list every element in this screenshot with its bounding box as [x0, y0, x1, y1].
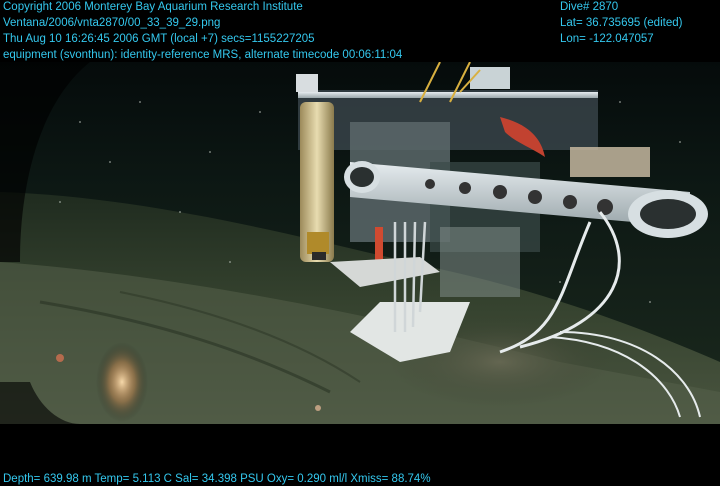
copyright-line: Copyright 2006 Monterey Bay Aquarium Res… — [3, 1, 303, 13]
equipment-line: equipment (svonthun): identity-reference… — [3, 49, 403, 61]
video-frame: Copyright 2006 Monterey Bay Aquarium Res… — [0, 0, 720, 486]
timestamp-line: Thu Aug 10 16:26:45 2006 GMT (local +7) … — [3, 33, 315, 45]
image-path-line: Ventana/2006/vnta2870/00_33_39_29.png — [3, 17, 221, 29]
lamp-glare — [96, 342, 148, 422]
longitude: Lon= -122.047057 — [560, 33, 654, 45]
dive-number: Dive# 2870 — [560, 1, 619, 13]
seafloor-scene — [0, 62, 720, 424]
telemetry-line: Depth= 639.98 m Temp= 5.113 C Sal= 34.39… — [3, 473, 431, 485]
latitude: Lat= 36.735695 (edited) — [560, 17, 683, 29]
